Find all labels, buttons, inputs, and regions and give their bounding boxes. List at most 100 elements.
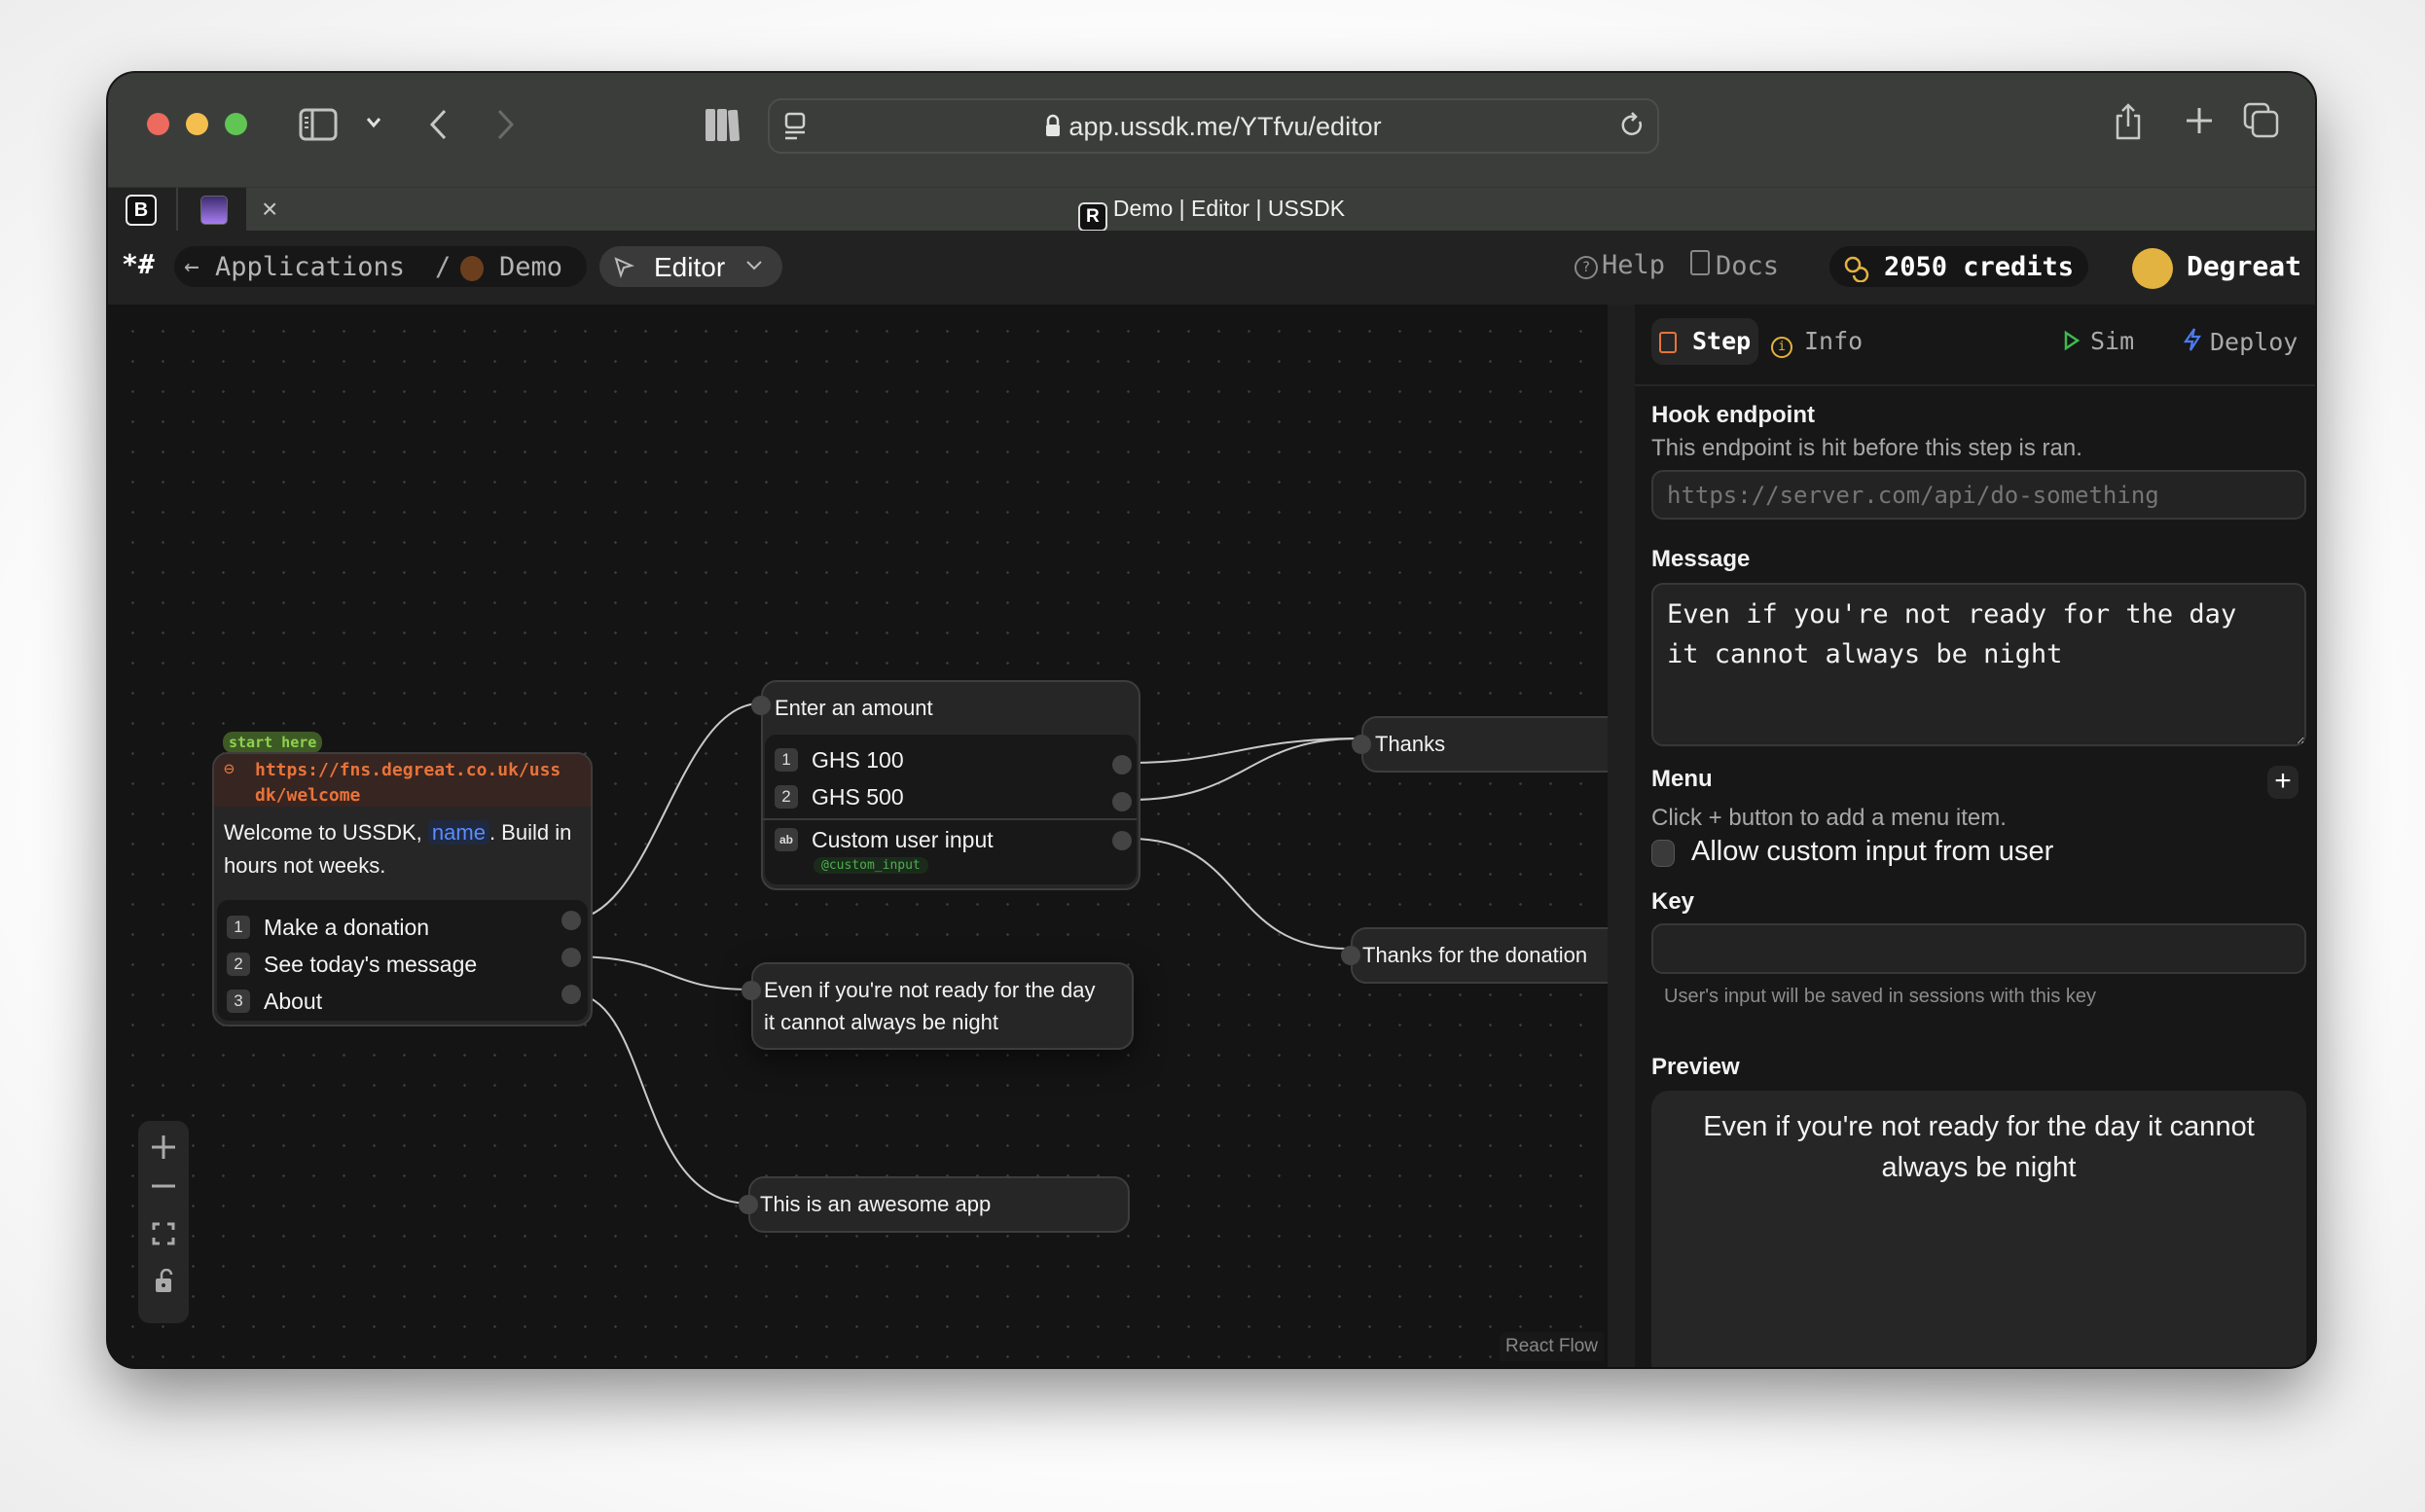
target-handle[interactable]	[742, 981, 761, 1000]
help-icon: ?	[1574, 256, 1598, 279]
user-name[interactable]: Degreat	[2187, 250, 2301, 282]
app-header: *# ← Applications / Demo Editor ? Help Do…	[108, 231, 2315, 305]
address-bar[interactable]: app.ussdk.me/YTfvu/editor	[768, 98, 1659, 154]
breadcrumb-applications[interactable]: Applications	[215, 252, 405, 282]
link-icon: ⊖	[224, 759, 235, 779]
source-handle[interactable]	[561, 911, 581, 930]
play-icon	[2063, 330, 2081, 351]
flow-canvas[interactable]: start here ⊖ https://fns.degreat.co.uk/u…	[108, 305, 1608, 1367]
key-hint: User's input will be saved in sessions w…	[1664, 986, 2097, 1007]
thanks-node[interactable]: Thanks	[1352, 716, 1608, 773]
step-panel: Step i Info Sim Deploy Hook endpoint This…	[1635, 305, 2315, 1367]
start-node[interactable]: ⊖ https://fns.degreat.co.uk/uss dk/welcom…	[212, 752, 593, 1026]
share-icon[interactable]	[2113, 102, 2144, 141]
edge-start1-amount	[569, 702, 761, 920]
target-handle[interactable]	[1341, 946, 1360, 965]
preview-box: Even if you're not ready for the day it …	[1651, 1091, 2306, 1367]
user-avatar[interactable]	[2132, 248, 2173, 289]
custom-input-key: @custom_input	[814, 857, 928, 874]
help-link[interactable]: ? Help	[1574, 250, 1665, 280]
preview-text: Even if you're not ready for the day it …	[1703, 1111, 2255, 1183]
tab-info[interactable]: i Info	[1771, 327, 1863, 358]
target-handle[interactable]	[739, 1195, 758, 1214]
credits-label: 2050 credits	[1884, 252, 2075, 282]
start-menu: 1 Make a donation 2 See today's message 3A…	[217, 900, 588, 1021]
edge-custom-donation	[1130, 838, 1348, 950]
sim-button[interactable]: Sim	[2063, 327, 2134, 355]
credits-badge[interactable]: 2050 credits	[1829, 246, 2088, 287]
sidebar-icon[interactable]	[299, 108, 338, 141]
tab-overview-icon[interactable]	[2243, 102, 2280, 139]
docs-icon	[1690, 250, 1710, 275]
active-tab[interactable]: R Demo | Editor | USSDK	[108, 196, 2315, 232]
app-logo[interactable]: *#	[122, 248, 155, 280]
custom-input-item[interactable]: ab Custom user input	[775, 824, 994, 855]
menu-item[interactable]: 2 See today's message	[227, 949, 477, 980]
mode-dropdown[interactable]: Editor	[599, 246, 782, 287]
key-label: Key	[1651, 888, 1695, 915]
amount-node[interactable]: Enter an amount 1 GHS 100 2 GHS 500 ab Cust…	[751, 680, 1140, 890]
chevron-down-icon	[745, 260, 763, 271]
reload-icon[interactable]	[1620, 112, 1646, 139]
key-input[interactable]	[1651, 923, 2306, 974]
forward-icon[interactable]	[493, 108, 517, 141]
menu-item[interactable]: 2 GHS 500	[775, 781, 904, 812]
message-textarea[interactable]: Even if you're not ready for the day it …	[1651, 583, 2306, 746]
tab-step[interactable]: Step	[1651, 318, 1758, 365]
docs-link[interactable]: Docs	[1690, 250, 1779, 281]
unlock-icon[interactable]	[154, 1269, 175, 1294]
add-menu-item-button[interactable]: +	[2267, 766, 2298, 799]
tab-title: Demo | Editor | USSDK	[1112, 196, 1346, 221]
hook-url: https://fns.degreat.co.uk/uss dk/welcome	[255, 760, 561, 806]
menu-hint: Click + button to add a menu item.	[1651, 805, 2007, 831]
quote-node[interactable]: Even if you're not ready for the day it c…	[742, 962, 1134, 1050]
cursor-icon	[613, 256, 634, 279]
amount-menu: 1 GHS 100 2 GHS 500 ab Custom user input @c…	[763, 735, 1137, 884]
menu-item[interactable]: 1 GHS 100	[775, 744, 904, 775]
source-handle[interactable]	[561, 948, 581, 967]
browser-window: app.ussdk.me/YTfvu/editor B × R Demo | Ed…	[108, 73, 2315, 1367]
about-node[interactable]: This is an awesome app	[739, 1176, 1130, 1233]
edge-amount2-thanks	[1130, 738, 1359, 801]
zoom-in-button[interactable]	[151, 1134, 176, 1160]
deploy-button[interactable]: Deploy	[2183, 327, 2298, 356]
breadcrumb-app-name[interactable]: Demo	[499, 252, 562, 282]
source-handle[interactable]	[561, 985, 581, 1004]
react-flow-attribution[interactable]: React Flow	[1499, 1332, 1604, 1361]
minimize-window-button[interactable]	[186, 113, 208, 135]
code-icon	[1659, 332, 1677, 353]
text-input-icon: ab	[775, 828, 798, 851]
amount-node-title: Enter an amount	[775, 696, 933, 720]
library-icon[interactable]	[704, 106, 742, 143]
menu-label: Menu	[1651, 766, 1713, 792]
breadcrumb-separator: /	[435, 252, 452, 282]
canvas-controls	[138, 1121, 189, 1323]
fit-view-button[interactable]	[152, 1222, 175, 1245]
preview-label: Preview	[1651, 1054, 1740, 1080]
back-arrow-icon[interactable]: ←	[184, 252, 199, 281]
target-handle[interactable]	[751, 696, 771, 715]
menu-item[interactable]: 1 Make a donation	[227, 912, 429, 943]
hook-endpoint-description: This endpoint is hit before this step is…	[1651, 435, 2082, 461]
maximize-window-button[interactable]	[225, 113, 247, 135]
new-tab-icon[interactable]	[2185, 106, 2214, 135]
thanks-donation-node[interactable]: Thanks for the donation	[1341, 927, 1608, 984]
chevron-down-icon[interactable]	[365, 116, 382, 129]
back-icon[interactable]	[427, 108, 451, 141]
divider	[763, 818, 1137, 820]
start-message: Welcome to USSDK, name. Build in hours no…	[224, 820, 572, 878]
source-handle[interactable]	[1112, 792, 1132, 811]
source-handle[interactable]	[1112, 831, 1132, 850]
target-handle[interactable]	[1352, 735, 1371, 754]
browser-toolbar: app.ussdk.me/YTfvu/editor	[108, 73, 2315, 187]
ussdk-favicon: R	[1077, 202, 1107, 232]
source-handle[interactable]	[1112, 755, 1132, 774]
allow-custom-input-checkbox[interactable]	[1651, 840, 1675, 867]
close-window-button[interactable]	[147, 113, 169, 135]
hook-endpoint-input[interactable]	[1651, 470, 2306, 520]
message-label: Message	[1651, 546, 1751, 572]
zoom-out-button[interactable]	[151, 1183, 176, 1189]
lock-icon	[1045, 114, 1061, 137]
allow-custom-input-label[interactable]: Allow custom input from user	[1691, 836, 2053, 868]
menu-item[interactable]: 3 About	[227, 986, 322, 1017]
